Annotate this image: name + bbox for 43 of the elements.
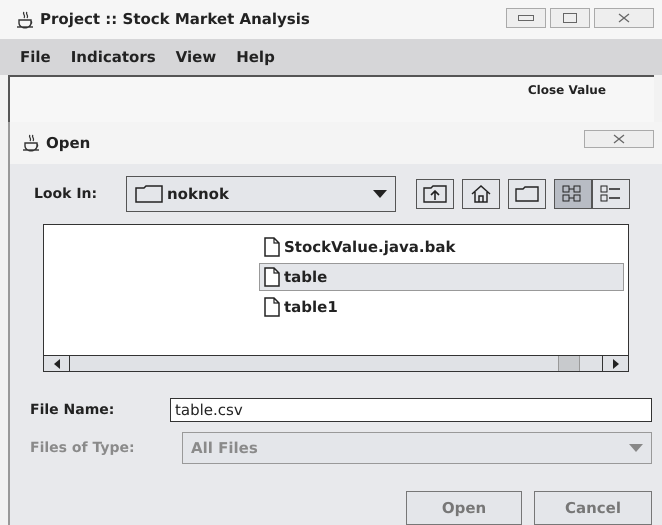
maximize-button[interactable]	[550, 8, 590, 28]
close-button[interactable]	[594, 8, 654, 28]
up-folder-button[interactable]	[416, 179, 454, 209]
file-name-label: File Name:	[30, 400, 116, 420]
window-title: Project :: Stock Market Analysis	[40, 9, 310, 30]
close-icon	[613, 134, 625, 144]
home-button[interactable]	[462, 179, 500, 209]
details-view-button[interactable]	[592, 179, 630, 209]
list-view-button[interactable]	[554, 179, 592, 209]
dialog-button[interactable]: Cancel	[534, 491, 652, 525]
menu-item[interactable]: File	[20, 46, 51, 68]
dialog-button[interactable]: Open	[406, 491, 522, 525]
menu-item[interactable]: Indicators	[70, 46, 156, 68]
file-entry[interactable]: table	[259, 263, 624, 291]
close-button[interactable]	[584, 130, 654, 148]
details-view-icon	[600, 185, 622, 203]
close-icon	[618, 13, 630, 23]
up-folder-icon	[423, 185, 447, 203]
series-label: Close Value	[528, 82, 606, 99]
file-icon	[264, 297, 280, 317]
home-icon	[471, 185, 491, 203]
new-folder-button[interactable]	[508, 179, 546, 209]
file-icon	[264, 237, 280, 257]
file-icon	[264, 267, 280, 287]
coffee-cup-icon	[16, 10, 36, 29]
look-in-dropdown[interactable]: noknok	[126, 176, 396, 212]
file-entry[interactable]: table1	[259, 293, 624, 321]
menu-item[interactable]: View	[176, 46, 216, 68]
folder-icon	[515, 186, 539, 202]
caret-icon	[629, 444, 643, 452]
coffee-cup-icon	[22, 134, 42, 152]
minimize-button[interactable]	[506, 8, 546, 28]
caret-icon	[373, 190, 387, 198]
menu-item[interactable]: Help	[236, 46, 275, 68]
file-name-field[interactable]: table.csv	[170, 398, 652, 422]
look-in-label: Look In:	[34, 184, 98, 204]
files-of-type-label: Files of Type:	[30, 438, 136, 458]
scroll-thumb[interactable]	[558, 356, 580, 371]
file-entry[interactable]: StockValue.java.bak	[259, 233, 624, 261]
right-arrow-icon	[612, 358, 618, 368]
dialog-title: Open	[46, 132, 90, 154]
left-arrow-icon	[54, 358, 60, 368]
folder-icon	[135, 185, 163, 203]
